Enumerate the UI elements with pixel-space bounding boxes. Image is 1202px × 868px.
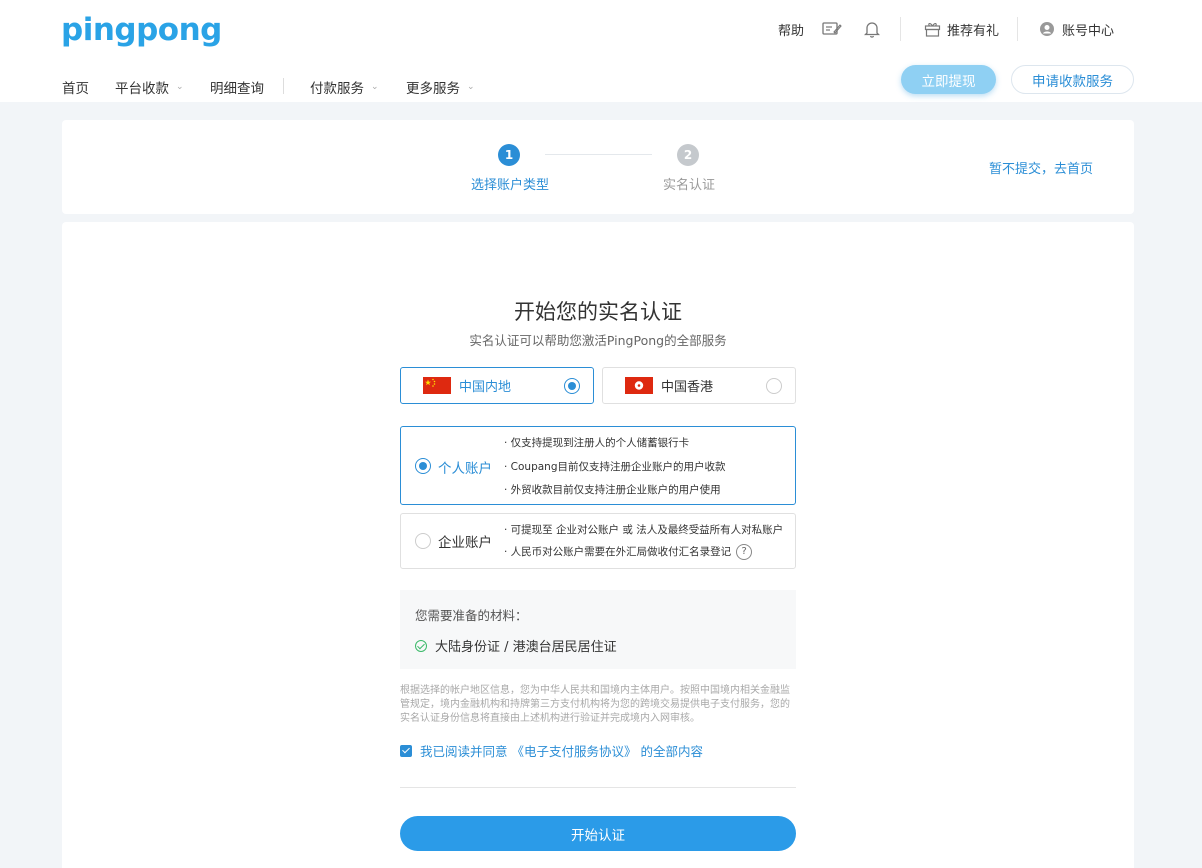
nav-home-label: 首页 — [62, 81, 89, 97]
region-radio-hongkong[interactable] — [766, 378, 782, 394]
nav-payment-service-label: 付款服务 — [310, 81, 364, 97]
skip-to-home-link[interactable]: 暂不提交，去首页 — [989, 158, 1093, 177]
account-radio-personal[interactable] — [415, 458, 431, 474]
user-avatar-icon — [1040, 22, 1054, 36]
account-note: · 人民币对公账户需要在外汇局做收付汇名录登记 — [504, 546, 732, 558]
steps-card: 1 2 选择账户类型 实名认证 暂不提交，去首页 — [62, 120, 1134, 214]
required-materials-panel: 您需要准备的材料： 大陆身份证 / 港澳台居民居住证 — [400, 590, 796, 669]
account-center-label: 账号中心 — [1062, 23, 1115, 39]
region-radio-mainland[interactable] — [564, 378, 580, 394]
help-link[interactable]: 帮助 — [778, 18, 804, 40]
step-2-label: 实名认证 — [663, 178, 716, 193]
step-connector — [545, 154, 652, 155]
account-note: · Coupang目前仅支持注册企业账户的用户收款 — [504, 461, 726, 473]
nav-more-services-label: 更多服务 — [406, 81, 460, 97]
agreement-checkbox[interactable] — [400, 744, 412, 757]
divider — [1017, 17, 1018, 41]
materials-item-label: 大陆身份证 / 港澳台居民居住证 — [435, 640, 617, 655]
nav-platform-collection[interactable]: 平台收款 ⌄ — [115, 77, 184, 97]
nav-detail-query[interactable]: 明细查询 — [210, 77, 264, 97]
hong-kong-flag-icon — [625, 377, 653, 394]
account-center-link[interactable]: 账号中心 — [1039, 18, 1114, 40]
step-2-indicator: 2 — [677, 144, 699, 166]
materials-item: 大陆身份证 / 港澳台居民居住证 — [415, 636, 617, 655]
account-name-personal: 个人账户 — [438, 461, 492, 477]
account-note: · 外贸收款目前仅支持注册企业账户的用户使用 — [504, 484, 721, 496]
account-option-enterprise[interactable]: 企业账户 · 可提现至 企业对公账户 或 法人及最终受益所有人对私账户 · 人民… — [400, 513, 796, 569]
pingpong-logo[interactable]: pingpong — [61, 12, 222, 48]
disclaimer-text: 根据选择的帐户地区信息，您为中华人民共和国境内主体用户。按照中国境内相关金融监管… — [400, 685, 790, 724]
materials-title: 您需要准备的材料： — [415, 608, 528, 623]
account-note: · 可提现至 企业对公账户 或 法人及最终受益所有人对私账户 — [504, 524, 784, 536]
nav-detail-query-label: 明细查询 — [210, 81, 264, 97]
region-option-mainland[interactable]: 中国内地 — [400, 367, 594, 404]
nav-home[interactable]: 首页 — [62, 77, 89, 97]
edit-icon[interactable] — [822, 18, 842, 40]
agreement-checkbox-row[interactable]: 我已阅读并同意 《电子支付服务协议》 的全部内容 — [400, 741, 703, 760]
verification-card: 开始您的实名认证 实名认证可以帮助您激活PingPong的全部服务 中国内地 中… — [62, 222, 1134, 868]
account-radio-enterprise[interactable] — [415, 533, 431, 549]
bell-icon[interactable] — [864, 18, 880, 40]
referral-link[interactable]: 推荐有礼 — [924, 18, 999, 40]
nav-divider — [283, 78, 284, 94]
page-subtitle: 实名认证可以帮助您激活PingPong的全部服务 — [469, 333, 727, 348]
region-label-hongkong: 中国香港 — [661, 380, 714, 395]
start-verification-button[interactable]: 开始认证 — [400, 816, 796, 851]
region-label-mainland: 中国内地 — [459, 380, 512, 395]
gift-icon — [924, 23, 941, 37]
account-name-enterprise: 企业账户 — [438, 535, 492, 551]
region-option-hongkong[interactable]: 中国香港 — [602, 367, 796, 404]
nav-platform-collection-label: 平台收款 — [115, 81, 169, 97]
referral-label: 推荐有礼 — [947, 23, 1000, 39]
account-note: · 仅支持提现到注册人的个人储蓄银行卡 — [504, 437, 690, 449]
chevron-down-icon: ⌄ — [176, 82, 184, 92]
apply-collection-service-button[interactable]: 申请收款服务 — [1011, 65, 1134, 94]
chevron-down-icon: ⌄ — [371, 82, 379, 92]
account-note-with-help: · 人民币对公账户需要在外汇局做收付汇名录登记? — [504, 544, 753, 560]
agreement-text[interactable]: 我已阅读并同意 《电子支付服务协议》 的全部内容 — [420, 741, 703, 760]
nav-payment-service[interactable]: 付款服务 ⌄ — [310, 77, 379, 97]
step-1-indicator: 1 — [498, 144, 520, 166]
help-question-icon[interactable]: ? — [736, 544, 753, 560]
top-header: pingpong 帮助 推荐有礼 账号中心 首页 平台收款 ⌄ 明细查询 付款服务… — [0, 0, 1202, 102]
china-flag-icon — [423, 377, 451, 394]
step-1-label: 选择账户类型 — [471, 178, 550, 193]
page-title: 开始您的实名认证 — [514, 300, 682, 324]
divider — [400, 787, 796, 788]
divider — [900, 17, 901, 41]
nav-more-services[interactable]: 更多服务 ⌄ — [406, 77, 475, 97]
chevron-down-icon: ⌄ — [467, 82, 475, 92]
account-option-personal[interactable]: 个人账户 · 仅支持提现到注册人的个人储蓄银行卡 · Coupang目前仅支持注… — [400, 426, 796, 505]
withdraw-button[interactable]: 立即提现 — [901, 65, 996, 94]
check-circle-icon — [415, 639, 427, 652]
